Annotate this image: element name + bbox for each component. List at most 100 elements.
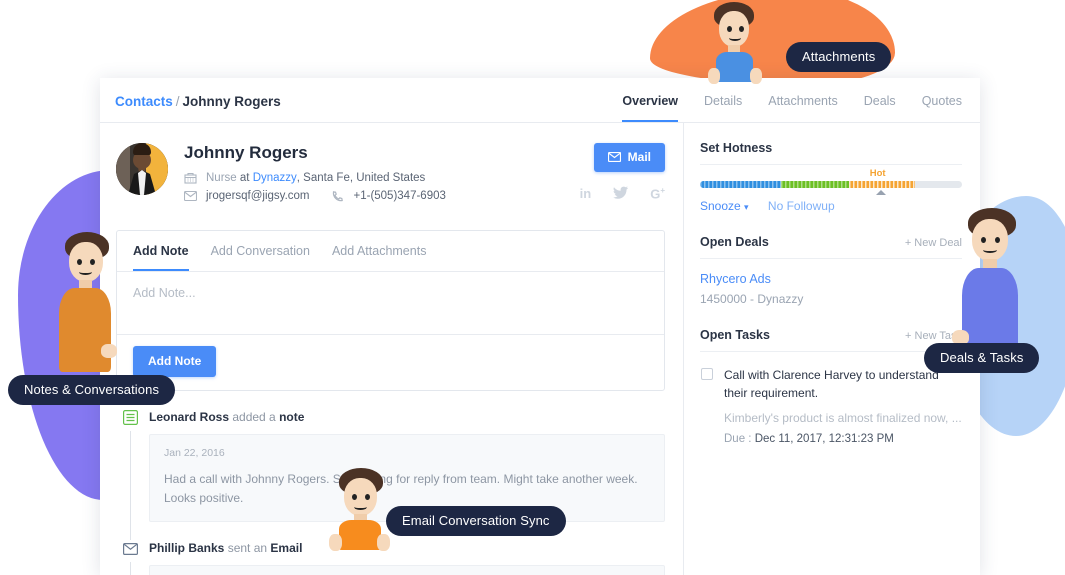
divider — [700, 164, 962, 165]
task-title[interactable]: Call with Clarence Harvey to understand … — [724, 366, 962, 402]
feed-title: Leonard Ross added a note — [149, 409, 665, 424]
hotness-segment-1[interactable] — [781, 181, 850, 188]
envelope-icon — [184, 191, 199, 201]
hotness-section: Set Hotness Hot Snooze ▾ No Followup — [700, 141, 962, 213]
tab-quotes[interactable]: Quotes — [922, 94, 962, 122]
open-tasks-title: Open Tasks — [700, 328, 770, 342]
main-column: Johnny Rogers Nurse at Dynazzy , Santa F… — [100, 123, 684, 575]
contact-name: Johnny Rogers — [184, 143, 308, 162]
phone-icon — [332, 190, 347, 202]
new-task-button[interactable]: + New Task — [905, 330, 962, 342]
breadcrumb: Contacts / Johnny Rogers — [115, 94, 281, 122]
callout-notes-conversations: Notes & Conversations — [8, 375, 176, 405]
feed-date: Jan 22, 2016 — [164, 447, 225, 459]
open-deals-section: Open Deals + New Deal Rhycero Ads 145000… — [700, 235, 962, 306]
task-due: Due : Dec 11, 2017, 12:31:23 PM — [724, 433, 962, 445]
task-item: Call with Clarence Harvey to understand … — [700, 366, 962, 445]
composer-tab-add-attachments[interactable]: Add Attachments — [332, 231, 427, 271]
contact-contact-row: jrogersqf@jigsy.com +1-(505)347-6903 — [184, 190, 446, 202]
contact-email[interactable]: jrogersqf@jigsy.com — [206, 190, 310, 202]
contact-phone[interactable]: +1-(505)347-6903 — [354, 190, 446, 202]
breadcrumb-current: Johnny Rogers — [182, 94, 281, 109]
chevron-down-icon: ▾ — [744, 202, 749, 212]
hotness-slider[interactable]: Hot — [700, 168, 962, 195]
activity-feed: Leonard Ross added a note Jan 22, 2016 H… — [116, 409, 665, 575]
avatar-photo — [116, 143, 168, 195]
avatar — [116, 143, 168, 195]
composer-tab-add-note[interactable]: Add Note — [133, 231, 189, 271]
social-links: in G+ — [580, 186, 665, 202]
task-body: Call with Clarence Harvey to understand … — [724, 366, 962, 445]
task-due-value: Dec 11, 2017, 12:31:23 PM — [754, 433, 894, 445]
character-top — [700, 2, 770, 84]
contact-header: Johnny Rogers Nurse at Dynazzy , Santa F… — [100, 123, 683, 208]
feed-rail — [116, 409, 144, 541]
hotness-bar[interactable] — [700, 181, 962, 188]
tab-details[interactable]: Details — [704, 94, 742, 122]
hotness-segment-3[interactable] — [914, 181, 962, 188]
feed-actor[interactable]: Leonard Ross — [149, 410, 229, 424]
new-deal-button[interactable]: + New Deal — [905, 237, 962, 249]
mail-button[interactable]: Mail — [593, 143, 665, 172]
email-icon — [122, 540, 139, 557]
divider — [700, 351, 962, 352]
task-subtitle: Kimberly's product is almost finalized n… — [724, 411, 962, 425]
hotness-pointer[interactable] — [875, 190, 886, 195]
snooze-dropdown[interactable]: Snooze ▾ — [700, 199, 749, 213]
mail-button-label: Mail — [627, 150, 651, 164]
google-plus-icon[interactable]: G+ — [650, 186, 665, 202]
feed-actor[interactable]: Phillip Banks — [149, 541, 224, 555]
twitter-icon[interactable] — [613, 186, 629, 202]
contact-job-title: Nurse — [206, 172, 237, 184]
feed-action: added a — [229, 410, 280, 424]
feed-connector — [129, 562, 131, 575]
no-followup-link[interactable]: No Followup — [768, 199, 835, 213]
contact-detail-card: Contacts / Johnny Rogers Overview Details … — [100, 78, 980, 575]
tab-deals[interactable]: Deals — [864, 94, 896, 122]
divider — [700, 258, 962, 259]
feed-rail — [116, 540, 144, 575]
feed-content: Phillip Banks sent an Email Jan 21 2016 — [144, 540, 665, 575]
contact-info: Johnny Rogers Nurse at Dynazzy , Santa F… — [184, 143, 446, 208]
hotness-segment-2[interactable] — [849, 181, 915, 188]
card-topbar: Contacts / Johnny Rogers Overview Details … — [100, 78, 980, 123]
deal-subtitle: 1450000 - Dynazzy — [700, 292, 804, 306]
open-deals-header: Open Deals + New Deal — [700, 235, 962, 249]
feed-object: Email — [270, 541, 303, 556]
tab-attachments[interactable]: Attachments — [768, 94, 837, 122]
add-note-button[interactable]: Add Note — [133, 346, 217, 377]
note-icon — [122, 409, 139, 426]
task-due-prefix: Due : — [724, 433, 755, 445]
feed-title: Phillip Banks sent an Email — [149, 540, 665, 555]
hotness-segment-0[interactable] — [700, 181, 782, 188]
composer-footer: Add Note — [117, 334, 664, 390]
tab-overview[interactable]: Overview — [622, 94, 679, 122]
breadcrumb-contacts-link[interactable]: Contacts — [115, 94, 173, 109]
feed-action: sent an — [224, 541, 271, 556]
note-composer: Add Note Add Conversation Add Attachment… — [116, 230, 665, 391]
open-tasks-header: Open Tasks + New Task — [700, 328, 962, 342]
contact-location: , Santa Fe, United States — [296, 172, 426, 184]
feed-object: note — [279, 410, 305, 424]
hotness-actions: Snooze ▾ No Followup — [700, 199, 962, 213]
callout-deals-tasks: Deals & Tasks — [924, 343, 1040, 373]
contact-company-row: Nurse at Dynazzy , Santa Fe, United Stat… — [184, 172, 446, 184]
hotness-level-label: Hot — [869, 168, 886, 179]
linkedin-icon[interactable]: in — [580, 186, 592, 202]
snooze-label: Snooze — [700, 199, 741, 213]
contact-at-word: at — [239, 172, 250, 184]
feed-text: Had a call with Johnny Rogers. Still wai… — [164, 472, 638, 505]
feed-connector — [129, 431, 131, 541]
detail-tabs: Overview Details Attachments Deals Quote… — [622, 94, 962, 122]
deal-name[interactable]: Rhycero Ads — [700, 272, 962, 286]
contact-company[interactable]: Dynazzy — [253, 172, 297, 184]
feed-item: Phillip Banks sent an Email Jan 21 2016 — [116, 540, 665, 575]
open-deals-title: Open Deals — [700, 235, 769, 249]
composer-tab-add-conversation[interactable]: Add Conversation — [211, 231, 310, 271]
callout-attachments: Attachments — [786, 42, 892, 72]
building-icon — [184, 172, 199, 184]
feed-detail-box: Jan 21 2016 — [149, 565, 665, 575]
note-input[interactable]: Add Note... — [117, 272, 664, 334]
task-checkbox[interactable] — [701, 368, 713, 380]
hotness-title: Set Hotness — [700, 141, 773, 155]
